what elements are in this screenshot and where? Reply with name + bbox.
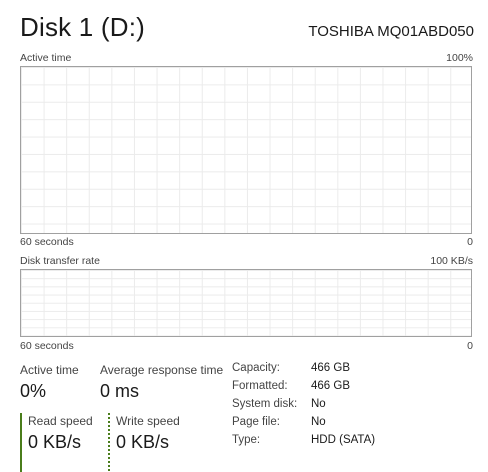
transfer-rate-chart-min: 0 [467, 340, 473, 352]
read-speed-label: Read speed [28, 414, 93, 428]
info-value: 466 GB [311, 380, 350, 392]
avg-response-stat-label: Average response time [100, 363, 224, 377]
info-key: System disk: [232, 398, 298, 410]
disk-model-name: TOSHIBA MQ01ABD050 [308, 23, 474, 40]
transfer-rate-chart [20, 269, 472, 337]
info-key: Capacity: [232, 362, 280, 374]
write-speed-indicator [108, 413, 110, 472]
read-speed-indicator [20, 413, 22, 472]
info-value: No [311, 398, 326, 410]
info-key: Formatted: [232, 380, 288, 392]
info-key: Page file: [232, 416, 280, 428]
transfer-rate-chart-max: 100 KB/s [430, 255, 473, 267]
active-time-chart-label: Active time [20, 52, 72, 64]
transfer-rate-chart-label: Disk transfer rate [20, 255, 100, 267]
info-value: HDD (SATA) [311, 434, 376, 446]
active-time-chart-max: 100% [446, 52, 473, 64]
avg-response-stat-value: 0 ms [100, 381, 140, 401]
info-value: 466 GB [311, 362, 350, 374]
active-time-chart-time-span: 60 seconds [20, 236, 74, 248]
write-speed-label: Write speed [116, 414, 180, 428]
write-speed-value: 0 KB/s [116, 432, 170, 452]
read-speed-value: 0 KB/s [28, 432, 82, 452]
active-time-chart-min: 0 [467, 236, 473, 248]
transfer-rate-chart-time-span: 60 seconds [20, 340, 74, 352]
info-value: No [311, 416, 326, 428]
info-key: Type: [232, 434, 261, 446]
disk-header: Disk 1 (D:) TOSHIBA MQ01ABD050 [20, 12, 474, 48]
active-time-stat-label: Active time [20, 363, 79, 377]
active-time-chart [20, 66, 472, 234]
active-time-stat-value: 0% [20, 381, 47, 401]
page-title: Disk 1 (D:) [20, 12, 145, 42]
